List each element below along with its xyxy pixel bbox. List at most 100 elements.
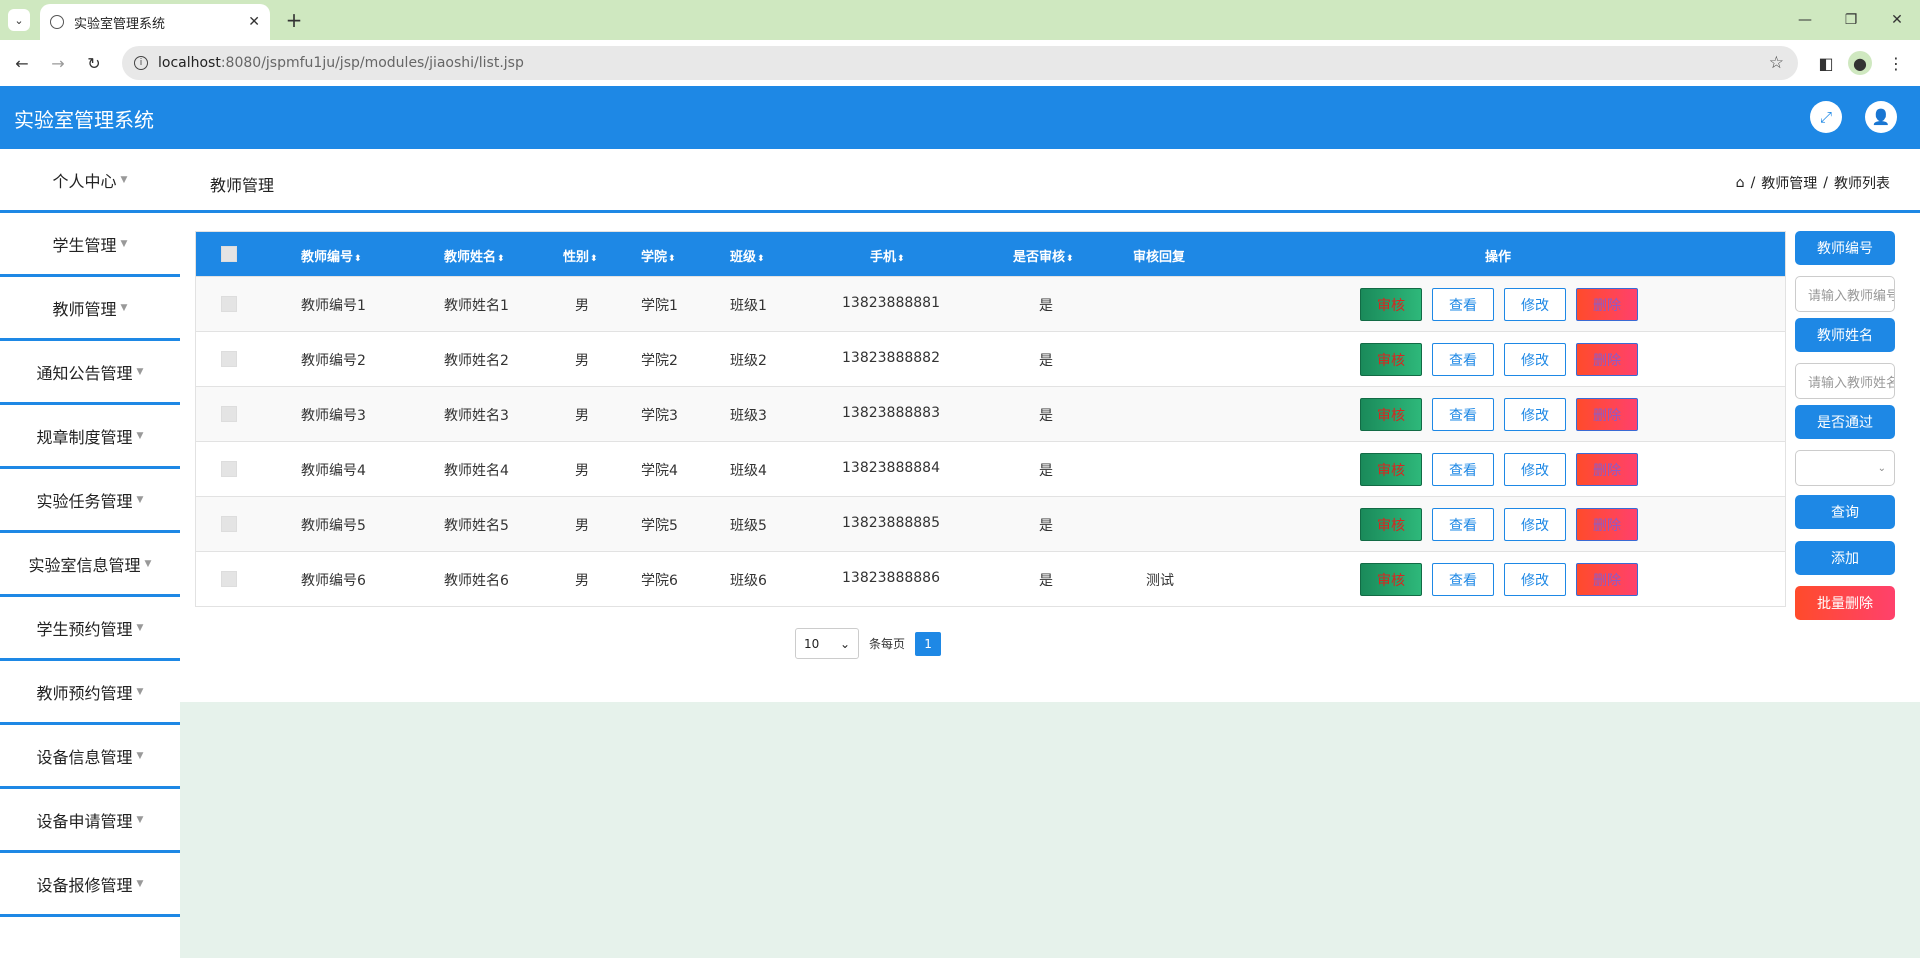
browser-tab[interactable]: 实验室管理系统 ✕	[40, 4, 270, 40]
query-button[interactable]: 查询	[1795, 495, 1895, 529]
caret-down-icon: ▼	[136, 686, 144, 697]
sidebar-item-label: 学生管理	[52, 235, 117, 255]
sidebar-item-equipment-repair[interactable]: 设备报修管理 ▼	[0, 853, 180, 917]
home-icon[interactable]: ⌂	[1736, 175, 1745, 191]
add-button[interactable]: 添加	[1795, 541, 1895, 575]
sidebar-item-label: 学生预约管理	[36, 619, 133, 639]
row-checkbox[interactable]	[221, 571, 237, 587]
minimize-icon[interactable]: —	[1782, 0, 1828, 40]
page-title: 教师管理	[210, 176, 275, 195]
row-checkbox[interactable]	[221, 461, 237, 477]
cell-code: 教师编号5	[301, 518, 366, 534]
caret-down-icon: ▼	[136, 430, 144, 441]
page-number-button[interactable]: 1	[915, 631, 942, 656]
audit-button[interactable]: 审核	[1360, 563, 1422, 596]
address-bar[interactable]: i localhost:8080/jspmfu1ju/jsp/modules/j…	[122, 46, 1798, 80]
cell-reply: 测试	[1146, 573, 1174, 589]
row-checkbox[interactable]	[221, 406, 237, 422]
sidebar-item-teachers[interactable]: 教师管理 ▼	[0, 277, 180, 341]
view-button[interactable]: 查看	[1432, 563, 1494, 596]
name-label-button[interactable]: 教师姓名	[1795, 318, 1895, 352]
row-checkbox[interactable]	[221, 351, 237, 367]
edit-button[interactable]: 修改	[1504, 343, 1566, 376]
pass-label-button[interactable]: 是否通过	[1795, 405, 1895, 439]
audit-button[interactable]: 审核	[1360, 288, 1422, 321]
header-label: 教师姓名	[444, 250, 497, 265]
audit-button[interactable]: 审核	[1360, 343, 1422, 376]
edit-button[interactable]: 修改	[1504, 398, 1566, 431]
header-label: 教师编号	[301, 250, 354, 265]
delete-button[interactable]: 删除	[1576, 398, 1638, 431]
cell-college: 学院6	[641, 573, 678, 589]
edit-button[interactable]: 修改	[1504, 508, 1566, 541]
sidebar-item-lab-info[interactable]: 实验室信息管理 ▼	[0, 533, 180, 597]
header-code[interactable]: 教师编号⬍	[301, 246, 362, 265]
delete-button[interactable]: 删除	[1576, 343, 1638, 376]
sidebar-item-students[interactable]: 学生管理 ▼	[0, 213, 180, 277]
user-icon[interactable]: 👤	[1865, 101, 1897, 133]
table-row: 教师编号6 教师姓名6 男 学院6 班级6 13823888886 是 测试 审…	[196, 551, 1785, 606]
sidebar-item-tasks[interactable]: 实验任务管理 ▼	[0, 469, 180, 533]
edit-button[interactable]: 修改	[1504, 453, 1566, 486]
row-checkbox[interactable]	[221, 516, 237, 532]
delete-button[interactable]: 删除	[1576, 288, 1638, 321]
delete-button[interactable]: 删除	[1576, 453, 1638, 486]
delete-button[interactable]: 删除	[1576, 563, 1638, 596]
code-search-input[interactable]: 请输入教师编号	[1795, 276, 1895, 312]
header-gender[interactable]: 性别⬍	[563, 246, 598, 265]
view-button[interactable]: 查看	[1432, 288, 1494, 321]
sidebar-item-equipment-request[interactable]: 设备申请管理 ▼	[0, 789, 180, 853]
code-label-button[interactable]: 教师编号	[1795, 231, 1895, 265]
header-class[interactable]: 班级⬍	[730, 246, 765, 265]
forward-arrow-icon[interactable]: →	[46, 51, 70, 75]
sidebar-item-notices[interactable]: 通知公告管理 ▼	[0, 341, 180, 405]
cell-audited: 是	[1039, 518, 1053, 534]
header-phone[interactable]: 手机⬍	[870, 246, 905, 265]
caret-down-icon: ▼	[120, 174, 128, 185]
view-button[interactable]: 查看	[1432, 398, 1494, 431]
audit-button[interactable]: 审核	[1360, 508, 1422, 541]
edit-button[interactable]: 修改	[1504, 288, 1566, 321]
name-search-input[interactable]: 请输入教师姓名	[1795, 363, 1895, 399]
table-row: 教师编号5 教师姓名5 男 学院5 班级5 13823888885 是 审核 查…	[196, 496, 1785, 551]
view-button[interactable]: 查看	[1432, 343, 1494, 376]
pass-status-select[interactable]: ⌄	[1795, 450, 1895, 486]
row-checkbox[interactable]	[221, 296, 237, 312]
header-audited[interactable]: 是否审核⬍	[1013, 246, 1074, 265]
reload-icon[interactable]: ↻	[82, 51, 106, 75]
caret-down-icon: ▼	[120, 302, 128, 313]
restore-icon[interactable]: ❐	[1828, 0, 1874, 40]
header-actions: 操作	[1485, 250, 1512, 265]
fullscreen-icon[interactable]: ⤢	[1810, 101, 1842, 133]
header-name[interactable]: 教师姓名⬍	[444, 246, 505, 265]
header-college[interactable]: 学院⬍	[641, 246, 676, 265]
sidebar-item-teacher-booking[interactable]: 教师预约管理 ▼	[0, 661, 180, 725]
page-size-select[interactable]: 10 ⌄	[795, 628, 859, 659]
tab-search-chevron-icon[interactable]: ⌄	[8, 9, 30, 31]
sidebar-item-student-booking[interactable]: 学生预约管理 ▼	[0, 597, 180, 661]
site-info-icon[interactable]: i	[134, 56, 148, 70]
audit-button[interactable]: 审核	[1360, 453, 1422, 486]
edit-button[interactable]: 修改	[1504, 563, 1566, 596]
batch-delete-button[interactable]: 批量删除	[1795, 586, 1895, 620]
view-button[interactable]: 查看	[1432, 508, 1494, 541]
cell-college: 学院3	[641, 408, 678, 424]
audit-button[interactable]: 审核	[1360, 398, 1422, 431]
window-close-icon[interactable]: ✕	[1874, 0, 1920, 40]
bookmark-star-icon[interactable]: ☆	[1769, 53, 1784, 73]
sidebar-item-personal-center[interactable]: 个人中心 ▼	[0, 149, 180, 213]
browser-menu-icon[interactable]: ⋮	[1884, 51, 1908, 75]
sidebar-item-rules[interactable]: 规章制度管理 ▼	[0, 405, 180, 469]
select-all-checkbox[interactable]	[221, 246, 237, 262]
delete-button[interactable]: 删除	[1576, 508, 1638, 541]
new-tab-plus-icon[interactable]: +	[282, 8, 306, 32]
sidebar-item-equipment-info[interactable]: 设备信息管理 ▼	[0, 725, 180, 789]
view-button[interactable]: 查看	[1432, 453, 1494, 486]
breadcrumb-item: 教师列表	[1834, 176, 1890, 192]
breadcrumb-item[interactable]: 教师管理	[1761, 173, 1817, 193]
tab-close-icon[interactable]: ✕	[248, 14, 260, 30]
app-header: 实验室管理系统 ⤢ 👤	[0, 86, 1920, 149]
back-arrow-icon[interactable]: ←	[10, 51, 34, 75]
profile-avatar-icon[interactable]: ●	[1848, 51, 1872, 75]
side-panel-icon[interactable]: ◧	[1814, 51, 1838, 75]
